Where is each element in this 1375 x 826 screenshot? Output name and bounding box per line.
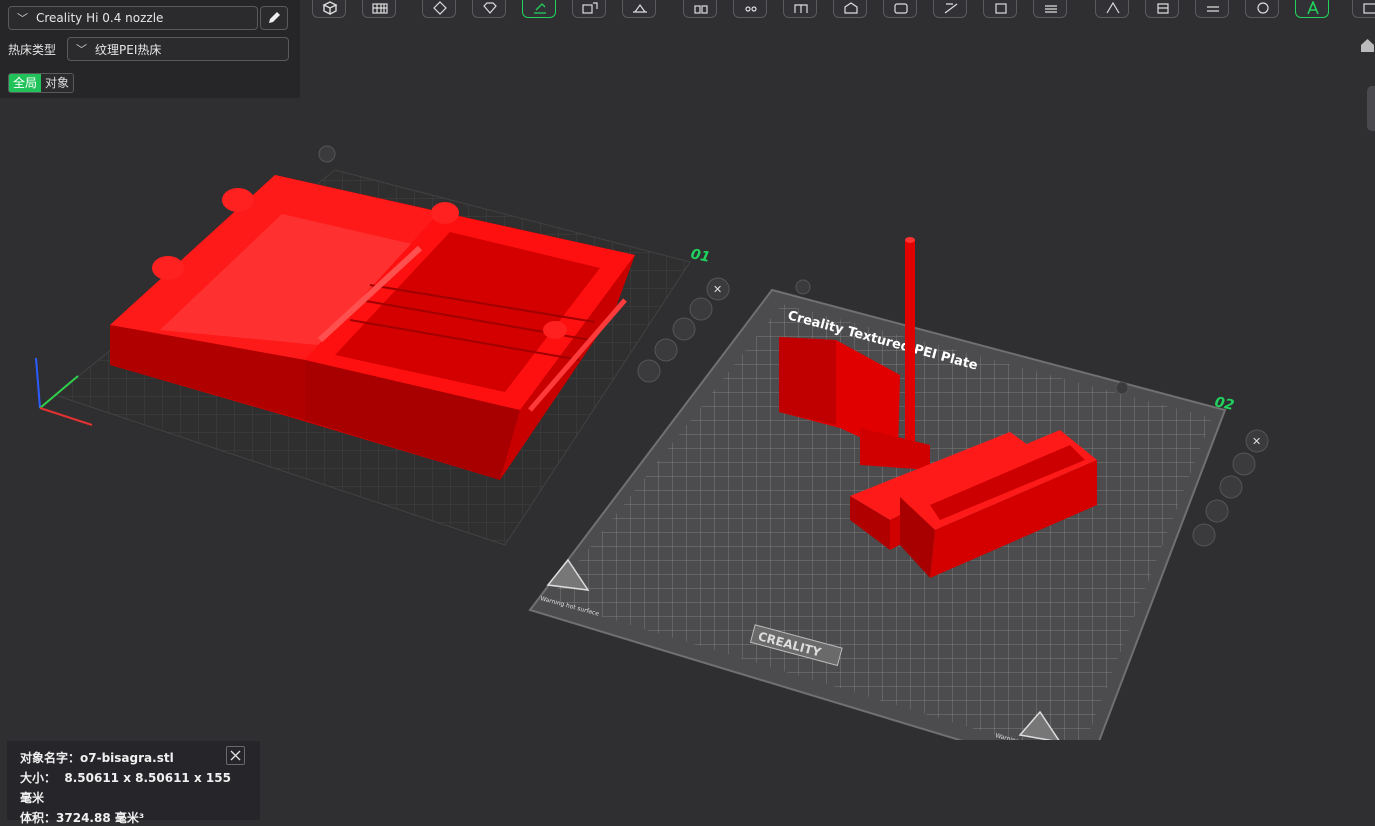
plate-01-lock-button[interactable] xyxy=(654,338,678,362)
printer-select[interactable]: ﹀ Creality Hi 0.4 nozzle xyxy=(8,6,258,30)
object-volume-label: 体积： xyxy=(20,811,57,825)
printer-name: Creality Hi 0.4 nozzle xyxy=(36,11,164,25)
printer-settings-panel: ﹀ Creality Hi 0.4 nozzle 热床类型 ﹀ 纹理PEI热床 … xyxy=(0,0,300,98)
object-volume-row: 体积：3724.88 毫米³ xyxy=(20,809,144,826)
scale-icon xyxy=(1207,6,1219,12)
plate-02-lock-button[interactable] xyxy=(1205,499,1229,523)
plate-01-settings-button[interactable] xyxy=(637,359,661,383)
object-name-row: 对象名字：o7-bisagra.stl xyxy=(20,749,174,766)
arrange-icon xyxy=(694,5,708,14)
assembly-icon xyxy=(995,3,1007,14)
layflat-icon xyxy=(534,3,546,14)
edit-printer-button[interactable] xyxy=(260,6,288,30)
text-icon xyxy=(944,3,958,14)
object-name-label: 对象名字： xyxy=(20,751,81,765)
object-size: 8.50611 x 8.50611 x 155 xyxy=(64,771,231,785)
close-icon: ✕ xyxy=(713,283,722,296)
plate-01-number: 01 xyxy=(689,246,711,266)
screenshot-button[interactable] xyxy=(1352,0,1375,18)
move-icon xyxy=(433,1,447,15)
screenshot-icon xyxy=(1363,3,1375,14)
object-volume: 3724.88 毫米³ xyxy=(56,811,145,825)
object-info-panel: 对象名字：o7-bisagra.stl 大小： 8.50611 x 8.5061… xyxy=(7,741,260,825)
boolean-button[interactable] xyxy=(883,0,917,18)
seam-icon xyxy=(794,4,808,13)
auto-button[interactable] xyxy=(1295,0,1329,18)
paint-icon xyxy=(1106,1,1120,14)
hollow-button[interactable] xyxy=(1145,0,1179,18)
measure-icon xyxy=(844,2,858,14)
arrange-button[interactable] xyxy=(683,0,717,18)
grid-button[interactable] xyxy=(362,0,396,18)
home-icon[interactable] xyxy=(1360,38,1375,52)
plate-01-arrange-button[interactable] xyxy=(689,297,713,321)
emboss-icon xyxy=(1257,2,1269,14)
close-icon xyxy=(230,750,241,761)
split-icon xyxy=(582,2,598,14)
plate-02-edit-button[interactable] xyxy=(795,279,811,295)
rotate-icon xyxy=(483,2,497,14)
object-name: o7-bisagra.stl xyxy=(80,751,174,765)
scale-button[interactable] xyxy=(1195,0,1229,18)
measure-button[interactable] xyxy=(833,0,867,18)
scope-global-tab[interactable]: 全局 xyxy=(9,74,42,92)
object-unit: 毫米 xyxy=(20,791,45,805)
bed-type-select[interactable]: ﹀ 纹理PEI热床 xyxy=(67,37,289,61)
chevron-down-icon: ﹀ xyxy=(76,43,87,56)
plate-02-settings-button[interactable] xyxy=(1192,523,1216,547)
plate-01-edit-button[interactable] xyxy=(318,145,336,163)
object-size-row: 大小： 8.50611 x 8.50611 x 155 xyxy=(20,769,231,786)
bed-type-value: 纹理PEI热床 xyxy=(95,42,162,57)
variable-layer-icon xyxy=(1045,5,1057,13)
paint-button[interactable] xyxy=(1095,0,1129,18)
assembly-button[interactable] xyxy=(983,0,1017,18)
grid-icon xyxy=(372,3,388,14)
rotate-button[interactable] xyxy=(472,0,506,18)
pencil-icon xyxy=(269,12,280,23)
support-button[interactable] xyxy=(733,0,767,18)
object-size-label: 大小： xyxy=(20,771,57,785)
chevron-down-icon: ﹀ xyxy=(17,12,28,25)
bed-type-label: 热床类型 xyxy=(8,43,57,57)
scope-toggle: 全局 对象 xyxy=(8,73,75,93)
sidebar-collapse-handle[interactable] xyxy=(1367,86,1375,131)
cut-button[interactable] xyxy=(622,0,656,18)
auto-icon xyxy=(1307,1,1319,15)
emboss-button[interactable] xyxy=(1245,0,1279,18)
plate-01-orient-button[interactable] xyxy=(672,317,696,341)
plate-02-orient-button[interactable] xyxy=(1219,475,1243,499)
scope-object-tab[interactable]: 对象 xyxy=(41,74,74,92)
plate-02-menu-button[interactable] xyxy=(1115,381,1129,395)
3d-viewport[interactable]: 01 ✕ Creality Textured PEI Plate CREALIT… xyxy=(0,24,1375,740)
cube-icon xyxy=(322,1,338,15)
move-button[interactable] xyxy=(422,0,456,18)
support-icon xyxy=(745,6,757,12)
cube-view-button[interactable] xyxy=(312,0,346,18)
text-button[interactable] xyxy=(933,0,967,18)
seam-button[interactable] xyxy=(783,0,817,18)
main-toolbar xyxy=(300,0,1375,24)
plate-02-arrange-button[interactable] xyxy=(1232,452,1256,476)
layflat-button[interactable] xyxy=(522,0,556,18)
boolean-icon xyxy=(894,3,908,14)
split-button[interactable] xyxy=(572,0,606,18)
close-icon: ✕ xyxy=(1252,435,1261,448)
hollow-icon xyxy=(1157,3,1169,14)
variable-layer-button[interactable] xyxy=(1033,0,1067,18)
info-close-button[interactable] xyxy=(226,746,245,765)
cut-icon xyxy=(633,3,647,13)
